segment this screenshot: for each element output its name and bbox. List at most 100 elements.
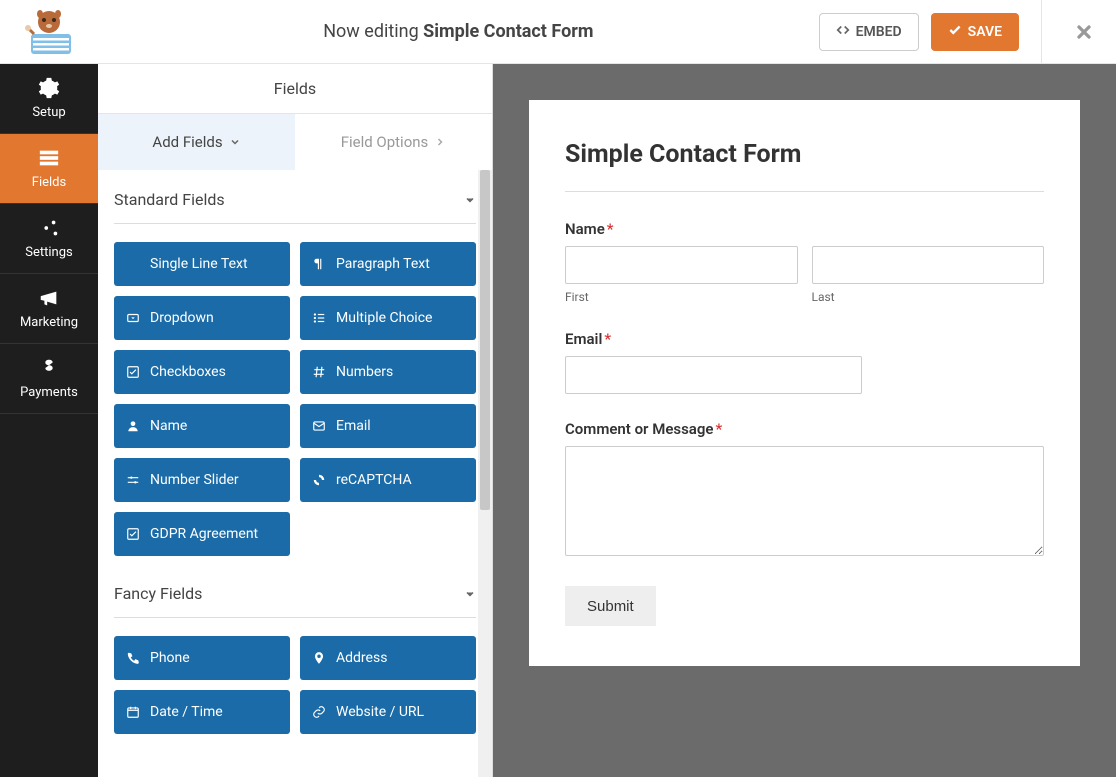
field-label: Website / URL — [336, 704, 424, 720]
field-multiple-choice[interactable]: Multiple Choice — [300, 296, 476, 340]
standard-grid: Single Line Text Paragraph Text Dropdown… — [114, 242, 476, 556]
field-gdpr[interactable]: GDPR Agreement — [114, 512, 290, 556]
panel-tabs: Add Fields Field Options — [98, 114, 492, 170]
nav-setup[interactable]: Setup — [0, 64, 98, 134]
field-recaptcha[interactable]: reCAPTCHA — [300, 458, 476, 502]
recaptcha-icon — [312, 473, 326, 487]
page-title: Now editing Simple Contact Form — [98, 21, 819, 42]
chevron-right-icon — [434, 136, 446, 148]
required-asterisk: * — [604, 330, 611, 348]
topbar-actions: EMBED SAVE — [819, 0, 1116, 64]
submit-button[interactable]: Submit — [565, 586, 656, 626]
field-label: reCAPTCHA — [336, 472, 412, 488]
field-name[interactable]: Name — [114, 404, 290, 448]
nav-label: Settings — [25, 245, 72, 260]
label-text: Name — [565, 220, 605, 238]
divider — [565, 191, 1044, 192]
field-address[interactable]: Address — [300, 636, 476, 680]
form-preview: Simple Contact Form Name* First Last Ema… — [493, 64, 1116, 777]
field-website-url[interactable]: Website / URL — [300, 690, 476, 734]
editing-prefix: Now editing — [323, 21, 423, 42]
embed-label: EMBED — [856, 24, 902, 40]
chevron-down-icon — [464, 588, 476, 600]
email-input[interactable] — [565, 356, 862, 394]
divider — [1041, 0, 1042, 64]
field-checkboxes[interactable]: Checkboxes — [114, 350, 290, 394]
megaphone-icon — [38, 287, 60, 309]
embed-button[interactable]: EMBED — [819, 13, 919, 51]
nav-label: Fields — [32, 175, 66, 190]
tab-add-fields[interactable]: Add Fields — [98, 114, 295, 170]
field-paragraph-text[interactable]: Paragraph Text — [300, 242, 476, 286]
field-label: Paragraph Text — [336, 256, 430, 272]
field-numbers[interactable]: Numbers — [300, 350, 476, 394]
section-fancy-fields: Fancy Fields Phone Address Date / Time W… — [114, 584, 476, 734]
save-label: SAVE — [968, 24, 1002, 40]
main: Setup Fields Settings Marketing Payments… — [0, 64, 1116, 777]
comment-textarea[interactable] — [565, 446, 1044, 556]
field-label: Date / Time — [150, 704, 223, 720]
field-label: GDPR Agreement — [150, 526, 258, 542]
nav-marketing[interactable]: Marketing — [0, 274, 98, 344]
sidebar-nav: Setup Fields Settings Marketing Payments — [0, 64, 98, 777]
gear-icon — [38, 77, 60, 99]
field-name-preview[interactable]: Name* First Last — [565, 220, 1044, 304]
section-standard-fields: Standard Fields Single Line Text Paragra… — [114, 190, 476, 556]
nav-payments[interactable]: Payments — [0, 344, 98, 414]
form-title: Simple Contact Form — [565, 140, 1044, 169]
field-email[interactable]: Email — [300, 404, 476, 448]
checkbox-icon — [126, 365, 140, 379]
email-label: Email* — [565, 330, 1044, 348]
field-label: Checkboxes — [150, 364, 226, 380]
required-asterisk: * — [607, 220, 614, 238]
field-dropdown[interactable]: Dropdown — [114, 296, 290, 340]
text-cursor-icon — [126, 257, 140, 271]
link-icon — [312, 705, 326, 719]
name-label: Name* — [565, 220, 1044, 238]
field-label: Email — [336, 418, 371, 434]
pin-icon — [312, 651, 326, 665]
nav-label: Marketing — [20, 315, 78, 330]
list-icon — [312, 311, 326, 325]
fields-scroll: Standard Fields Single Line Text Paragra… — [98, 170, 492, 762]
envelope-icon — [312, 419, 326, 433]
nav-fields[interactable]: Fields — [0, 134, 98, 204]
app-logo — [0, 0, 98, 64]
tab-label: Add Fields — [152, 133, 222, 151]
last-name-input[interactable] — [812, 246, 1045, 284]
field-label: Single Line Text — [150, 256, 248, 272]
field-comment-preview[interactable]: Comment or Message* — [565, 420, 1044, 560]
field-label: Multiple Choice — [336, 310, 432, 326]
last-sublabel: Last — [812, 290, 1045, 304]
field-date-time[interactable]: Date / Time — [114, 690, 290, 734]
section-header-fancy[interactable]: Fancy Fields — [114, 584, 476, 618]
form-name: Simple Contact Form — [423, 21, 593, 42]
dropdown-icon — [126, 311, 140, 325]
checkbox-icon — [126, 527, 140, 541]
nav-settings[interactable]: Settings — [0, 204, 98, 274]
save-button[interactable]: SAVE — [931, 13, 1019, 51]
tab-field-options[interactable]: Field Options — [295, 114, 492, 170]
chevron-down-icon — [464, 194, 476, 206]
field-single-line-text[interactable]: Single Line Text — [114, 242, 290, 286]
first-sublabel: First — [565, 290, 798, 304]
form-icon — [38, 147, 60, 169]
field-number-slider[interactable]: Number Slider — [114, 458, 290, 502]
label-text: Email — [565, 330, 602, 348]
label-text: Comment or Message — [565, 420, 713, 438]
close-button[interactable] — [1060, 0, 1108, 64]
field-phone[interactable]: Phone — [114, 636, 290, 680]
field-label: Phone — [150, 650, 190, 666]
required-asterisk: * — [715, 420, 722, 438]
field-email-preview[interactable]: Email* — [565, 330, 1044, 394]
section-header-standard[interactable]: Standard Fields — [114, 190, 476, 224]
nav-label: Payments — [20, 385, 78, 400]
calendar-icon — [126, 705, 140, 719]
first-name-input[interactable] — [565, 246, 798, 284]
sliders-icon — [126, 473, 140, 487]
paragraph-icon — [312, 257, 326, 271]
check-icon — [948, 23, 962, 41]
field-label: Address — [336, 650, 387, 666]
panel-header: Fields — [98, 64, 492, 114]
user-icon — [126, 419, 140, 433]
